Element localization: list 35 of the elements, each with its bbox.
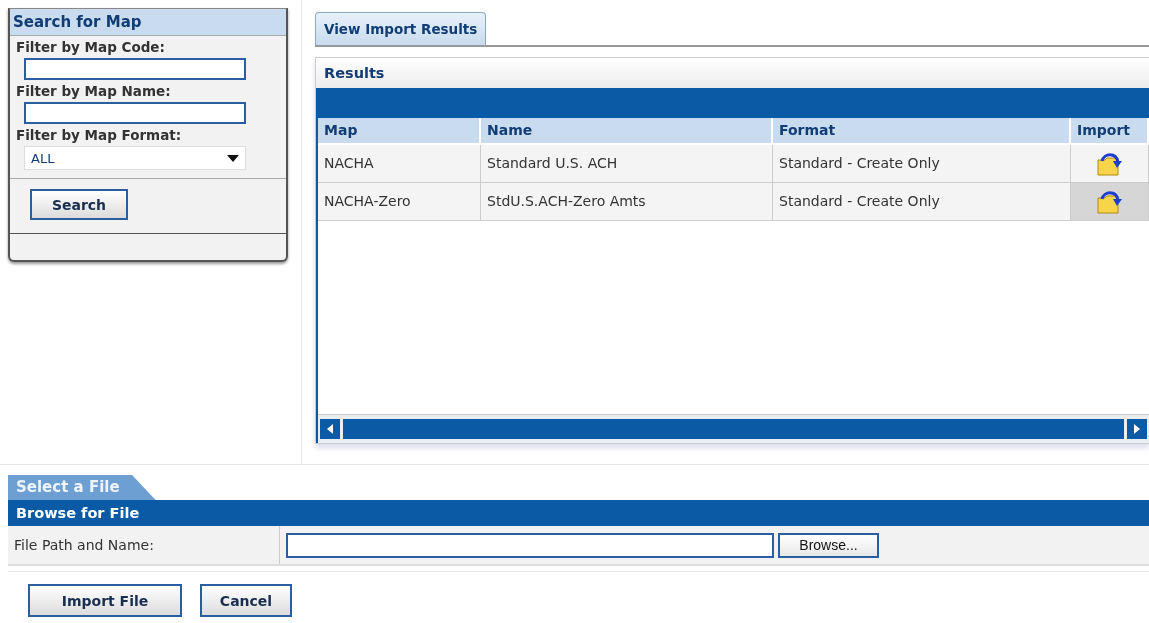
- panel-title: Search for Map: [10, 9, 286, 36]
- browse-button[interactable]: Browse...: [778, 532, 879, 558]
- table-cell: NACHA: [318, 145, 481, 182]
- column-header[interactable]: Name: [481, 118, 773, 143]
- table-cell: Standard U.S. ACH: [481, 145, 773, 182]
- scrollbar-thumb[interactable]: [343, 419, 1124, 439]
- panel-title: Results: [316, 58, 1149, 88]
- file-path-field[interactable]: [286, 532, 774, 558]
- input-field[interactable]: [24, 102, 246, 124]
- format-dropdown[interactable]: ALL: [24, 146, 246, 170]
- field-label: Filter by Map Format:: [16, 127, 183, 143]
- folder-arrow-icon[interactable]: [1095, 188, 1124, 215]
- import-cell[interactable]: [1071, 183, 1149, 220]
- tab[interactable]: View Import Results: [315, 12, 487, 45]
- search-button[interactable]: Search: [30, 189, 128, 220]
- field-label: Filter by Map Name:: [16, 83, 172, 99]
- folder-arrow-icon[interactable]: [1095, 150, 1124, 177]
- caret-icon: [227, 154, 239, 162]
- scroll-left-icon[interactable]: [320, 419, 340, 439]
- import-cell[interactable]: [1071, 145, 1149, 182]
- horizontal-scrollbar[interactable]: [318, 414, 1149, 443]
- scroll-right-icon[interactable]: [1127, 419, 1147, 439]
- column-header[interactable]: Map: [318, 118, 481, 143]
- cancel-button[interactable]: Cancel: [200, 584, 292, 617]
- column-header[interactable]: Format: [773, 118, 1071, 143]
- table-cell: Standard - Create Only: [773, 145, 1071, 182]
- section-header: Browse for File: [8, 500, 1149, 526]
- input-field[interactable]: [24, 58, 246, 80]
- field-label: File Path and Name:: [8, 526, 280, 564]
- column-header[interactable]: Import: [1071, 118, 1149, 143]
- table-cell: StdU.S.ACH-Zero Amts: [481, 183, 773, 220]
- table-cell: Standard - Create Only: [773, 183, 1071, 220]
- table-cell: NACHA-Zero: [318, 183, 481, 220]
- field-label: Filter by Map Code:: [16, 39, 166, 55]
- import-file-button[interactable]: Import File: [28, 584, 182, 617]
